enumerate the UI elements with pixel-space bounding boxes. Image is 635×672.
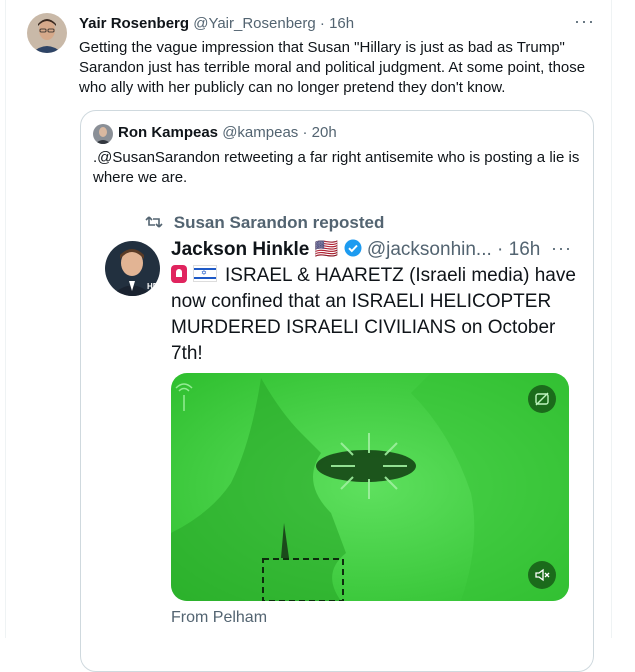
reposted-author-handle: @jacksonhin... [366, 239, 492, 260]
tweet-text: Getting the vague impression that Susan … [79, 39, 586, 96]
quote-text: .@SusanSarandon retweeting a far right a… [93, 149, 580, 186]
reposted-header: Jackson Hinkle 🇺🇸 @jacksonhin... · 16h [171, 237, 540, 263]
repost-label: Susan Sarandon reposted [173, 213, 385, 232]
us-flag-icon: 🇺🇸 [314, 239, 339, 260]
svg-text:HB: HB [147, 282, 159, 291]
author-name[interactable]: Yair Rosenberg [79, 15, 189, 32]
quote-header: Ron Kampeas @kampeas · 20h [118, 124, 337, 141]
reposted-time: · 16h [497, 239, 541, 260]
repost-icon [145, 213, 168, 232]
quote-author-name: Ron Kampeas [118, 124, 219, 141]
video-player[interactable] [171, 373, 569, 601]
quoted-tweet[interactable]: Ron Kampeas @kampeas · 20h .@SusanSarand… [80, 110, 594, 672]
verified-badge-icon [344, 239, 362, 263]
reposted-text-body: ISRAEL & HAARETZ (Israeli media) have no… [171, 265, 576, 364]
repost-indicator: Susan Sarandon reposted [145, 213, 384, 233]
author-handle[interactable]: @Yair_Rosenberg [193, 15, 316, 32]
avatar[interactable] [27, 13, 67, 53]
quote-time: · 20h [302, 124, 337, 141]
quote-avatar [93, 124, 113, 144]
tweet-header: Yair Rosenberg @Yair_Rosenberg · 16h [79, 15, 354, 32]
mute-icon[interactable] [528, 561, 556, 589]
siren-icon [171, 265, 187, 283]
israel-flag-icon: ✡ [193, 265, 217, 282]
media-caption: From Pelham [171, 609, 268, 626]
quote-author-handle: @kampeas [222, 124, 299, 141]
reposted-author-name: Jackson Hinkle [171, 239, 310, 260]
sensitive-media-icon[interactable] [528, 385, 556, 413]
reposted-author-avatar: HB [105, 241, 160, 296]
more-options-icon[interactable]: ··· [574, 12, 595, 30]
tweet-time[interactable]: · 16h [320, 15, 354, 32]
reposted-more-icon[interactable]: ··· [551, 238, 572, 259]
reposted-text: ✡ ISRAEL & HAARETZ (Israeli media) have n… [171, 263, 581, 367]
